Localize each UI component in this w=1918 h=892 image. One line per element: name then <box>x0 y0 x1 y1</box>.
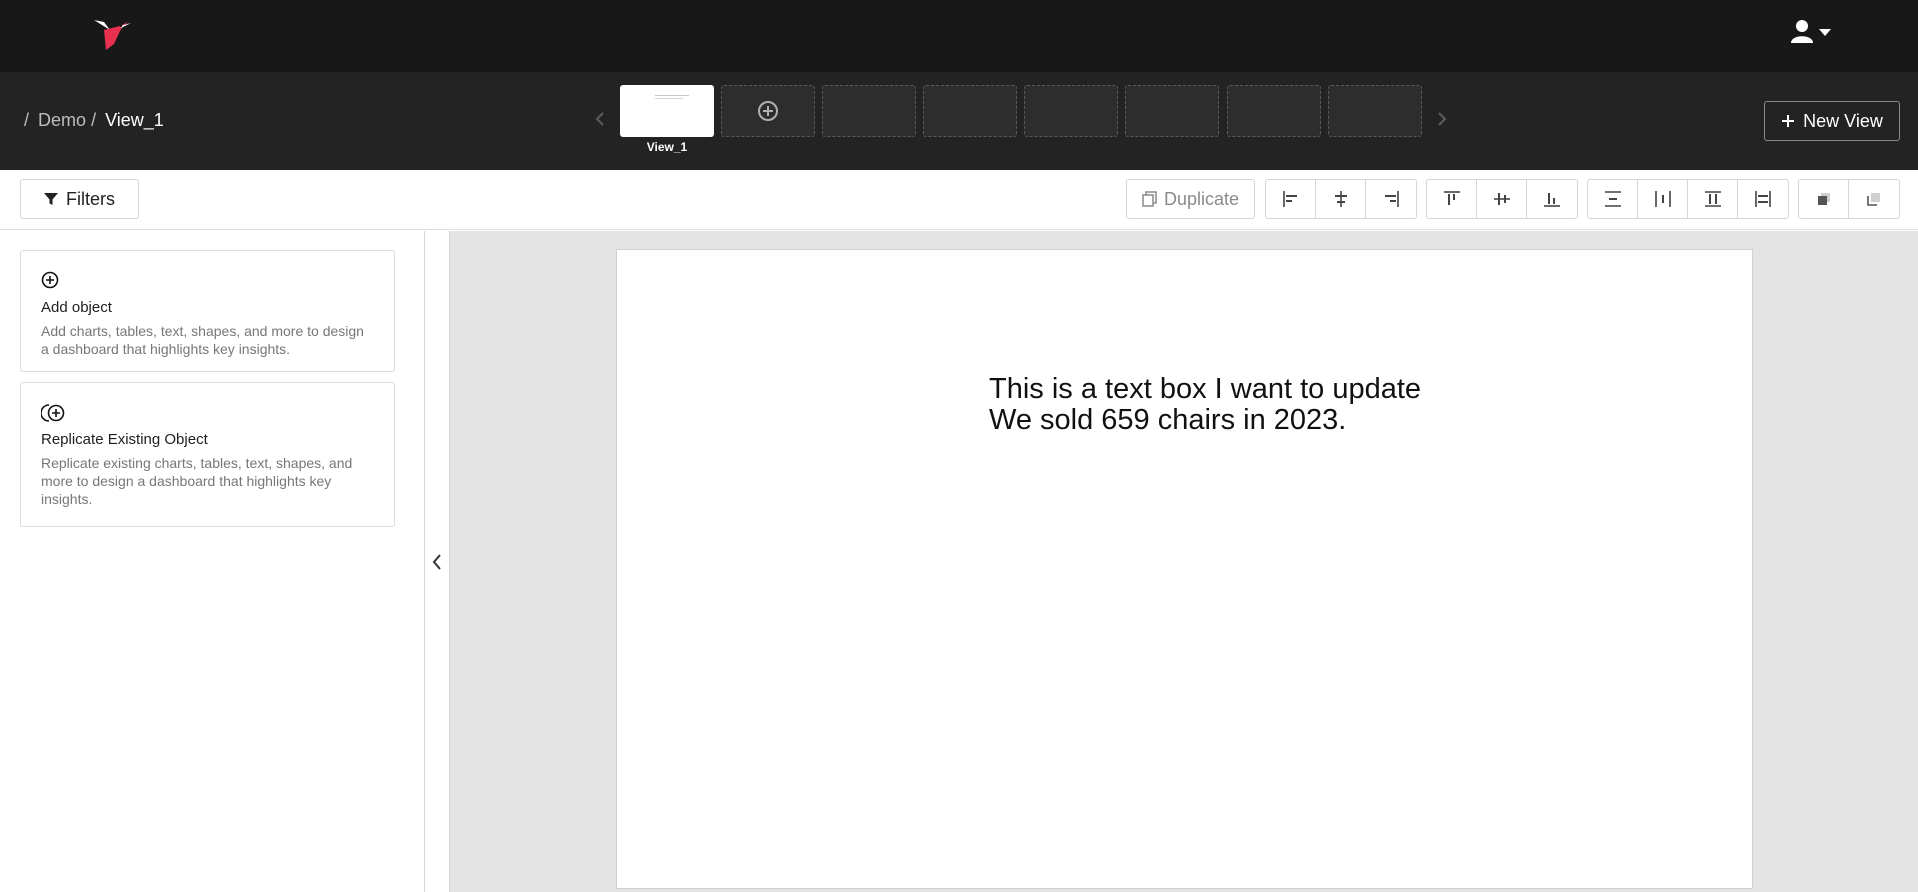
plus-icon <box>1782 115 1795 127</box>
views-next-button[interactable] <box>1432 106 1452 132</box>
view-slot-empty[interactable] <box>1024 85 1118 137</box>
add-object-title: Add object <box>41 299 112 316</box>
duplicate-button[interactable]: Duplicate <box>1126 179 1255 219</box>
align-right-icon <box>1385 191 1399 207</box>
user-icon <box>1790 19 1814 48</box>
align-center-horizontal-button[interactable] <box>1316 180 1366 218</box>
chevron-left-icon <box>432 553 441 570</box>
copy-icon <box>1142 191 1157 207</box>
top-bar <box>0 0 1918 72</box>
text-box-line: This is a text box I want to update <box>989 373 1422 405</box>
filters-button[interactable]: Filters <box>20 179 139 219</box>
objects-panel: Add object Add charts, tables, text, sha… <box>0 231 425 892</box>
align-bottom-icon <box>1544 193 1560 207</box>
replicate-icon <box>40 403 374 425</box>
distribute-top-button[interactable] <box>1688 180 1738 218</box>
breadcrumb-current-view: View_1 <box>105 110 164 130</box>
user-menu[interactable] <box>1790 18 1836 48</box>
canvas-area: This is a text box I want to update We s… <box>450 231 1918 892</box>
horizontal-align-group <box>1265 179 1417 219</box>
distribute-left-button[interactable] <box>1738 180 1788 218</box>
new-view-label: New View <box>1803 110 1883 131</box>
align-middle-vertical-button[interactable] <box>1477 180 1527 218</box>
add-view-thumbnail[interactable] <box>721 85 815 137</box>
align-middle-vertical-icon <box>1493 193 1510 205</box>
add-object-card[interactable]: Add object Add charts, tables, text, sha… <box>20 250 395 372</box>
align-left-button[interactable] <box>1266 180 1316 218</box>
breadcrumb: / Demo / View_1 <box>24 110 164 131</box>
replicate-object-title: Replicate Existing Object <box>41 431 208 448</box>
new-view-button[interactable]: New View <box>1764 101 1900 141</box>
dashboard-canvas[interactable]: This is a text box I want to update We s… <box>616 249 1753 889</box>
view-slot-empty[interactable] <box>1227 85 1321 137</box>
views-prev-button[interactable] <box>590 106 610 132</box>
view-bar: / Demo / View_1 View_1 New View <box>0 72 1918 170</box>
align-left-icon <box>1282 191 1297 207</box>
align-center-horizontal-icon <box>1334 191 1347 207</box>
distribute-vertical-icon <box>1604 191 1621 207</box>
layering-group <box>1798 179 1900 219</box>
align-right-button[interactable] <box>1366 180 1416 218</box>
add-object-description: Add charts, tables, text, shapes, and mo… <box>41 323 364 357</box>
filter-icon <box>44 193 58 205</box>
send-backward-button[interactable] <box>1849 180 1899 218</box>
distribute-horizontal-icon <box>1654 191 1671 207</box>
align-top-icon <box>1443 191 1460 205</box>
view-slot-empty[interactable] <box>923 85 1017 137</box>
chevron-left-icon <box>595 112 604 126</box>
align-bottom-button[interactable] <box>1527 180 1577 218</box>
breadcrumb-separator: / <box>91 110 97 130</box>
thumbnail-text-preview <box>655 98 683 99</box>
replicate-object-card[interactable]: Replicate Existing Object Replicate exis… <box>20 382 395 527</box>
breadcrumb-project[interactable]: Demo <box>38 110 86 130</box>
breadcrumb-separator: / <box>24 110 30 130</box>
text-box-object[interactable]: This is a text box I want to update We s… <box>989 374 1421 436</box>
duplicate-label: Duplicate <box>1163 188 1240 209</box>
distribute-group <box>1587 179 1789 219</box>
bring-forward-button[interactable] <box>1799 180 1849 218</box>
replicate-object-description: Replicate existing charts, tables, text,… <box>41 455 353 507</box>
filters-label: Filters <box>66 188 115 209</box>
thumbnail-text-preview <box>655 95 689 96</box>
plus-circle-icon <box>41 271 374 293</box>
collapse-panel-button[interactable] <box>425 231 450 892</box>
plus-circle-icon <box>758 101 778 121</box>
send-backward-icon <box>1867 193 1880 206</box>
view-slot-empty[interactable] <box>1125 85 1219 137</box>
view-thumbnail-view-1[interactable] <box>620 85 714 137</box>
view-thumbnail-label: View_1 <box>646 140 688 154</box>
view-slot-empty[interactable] <box>1328 85 1422 137</box>
distribute-horizontal-button[interactable] <box>1638 180 1688 218</box>
distribute-vertical-button[interactable] <box>1588 180 1638 218</box>
view-slot-empty[interactable] <box>822 85 916 137</box>
distribute-left-icon <box>1755 191 1771 207</box>
caret-down-icon <box>1818 24 1832 42</box>
bring-forward-icon <box>1817 193 1830 205</box>
text-box-line: We sold 659 chairs in 2023. <box>989 404 1347 436</box>
align-top-button[interactable] <box>1427 180 1477 218</box>
distribute-top-icon <box>1704 191 1721 207</box>
hummingbird-logo-icon[interactable] <box>90 16 132 52</box>
toolbar: Filters Duplicate <box>0 170 1918 230</box>
vertical-align-group <box>1426 179 1578 219</box>
chevron-right-icon <box>1438 112 1447 126</box>
